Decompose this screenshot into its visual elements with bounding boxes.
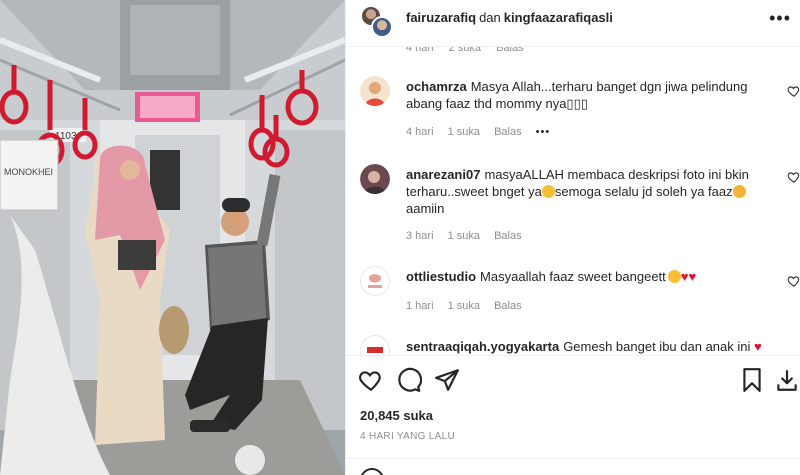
comment-like-icon[interactable] [787, 84, 800, 98]
comment-time: 3 hari [406, 230, 434, 242]
comment-text-block: ochamrza Masya Allah...terharu banget dgn… [406, 78, 776, 112]
commenter-avatar[interactable] [360, 266, 390, 296]
comment-likes[interactable]: 1 suka [448, 300, 480, 312]
author-username-1[interactable]: fairuzarafiq [406, 10, 476, 25]
crying-face-emoji-icon [667, 270, 681, 283]
commenter-avatar[interactable] [360, 76, 390, 106]
author-avatars[interactable] [360, 5, 394, 39]
comment-reply[interactable]: Balas [494, 300, 522, 312]
comment-text-block: anarezani07 masyaALLAH membaca deskripsi … [406, 166, 771, 217]
comment-username[interactable]: ottliestudio [406, 269, 476, 284]
comment-time: 4 hari [406, 126, 434, 138]
likes-count[interactable]: 20,845 suka [360, 408, 433, 423]
more-horizontal-icon[interactable]: ••• [769, 8, 791, 29]
shop-sign-label: MONOKHEI [4, 167, 53, 177]
paper-plane-icon[interactable] [434, 367, 460, 393]
comment-likes[interactable]: 1 suka [448, 126, 480, 138]
post-detail-pane: 4 hari 2 suka Balas ochamrza Masya Allah.… [345, 0, 800, 475]
author-username-2[interactable]: kingfaazarafiqasli [504, 10, 613, 25]
post-authors: fairuzarafiq dan kingfaazarafiqasli [406, 10, 613, 25]
download-icon[interactable] [774, 367, 800, 393]
post-actions-bar [346, 365, 800, 395]
red-heart-emoji-icon: ♥ [754, 339, 762, 354]
commenter-avatar[interactable] [360, 164, 390, 194]
comment-reply[interactable]: Balas [494, 126, 522, 138]
comment-like-icon[interactable] [787, 274, 800, 288]
bookmark-icon[interactable] [739, 367, 765, 393]
comment-username[interactable]: anarezani07 [406, 167, 480, 182]
comment-likes[interactable]: 1 suka [448, 230, 480, 242]
comment-text-part-3: aamiin [406, 201, 445, 216]
comment-username[interactable]: sentraaqiqah.yogyakarta [406, 339, 559, 354]
section-divider [346, 355, 800, 356]
comment-text-block: sentraaqiqah.yogyakarta Gemesh banget ibu… [406, 338, 776, 355]
smiling-face-emoji-icon [541, 185, 555, 198]
section-divider [346, 458, 800, 459]
comments-list[interactable]: 4 hari 2 suka Balas ochamrza Masya Allah.… [346, 0, 800, 355]
avatar[interactable] [371, 16, 393, 38]
heart-outline-icon[interactable] [358, 367, 384, 393]
raised-hands-emoji-icon [732, 185, 746, 198]
comment-meta: 1 hari 1 suka Balas [406, 300, 533, 312]
comment-text: Gemesh banget ibu dan anak ini [563, 339, 751, 354]
comment-like-icon[interactable] [787, 170, 800, 184]
emoji-picker-icon[interactable] [360, 468, 384, 475]
comment-bubble-icon[interactable] [396, 367, 422, 393]
comment-more-icon[interactable]: ••• [536, 126, 551, 138]
comment-text: Masyaallah faaz sweet bangeett [480, 269, 666, 284]
red-heart-emoji-icon: ♥ [688, 269, 697, 284]
post-timestamp[interactable]: 4 HARI YANG LALU [360, 431, 455, 442]
comment-reply[interactable]: Balas [494, 230, 522, 242]
commenter-avatar[interactable] [360, 335, 390, 355]
comment-meta: 4 hari 1 suka Balas ••• [406, 126, 561, 138]
authors-separator: dan [479, 10, 501, 25]
comment-text-part-2: semoga selalu jd soleh ya faaz [554, 184, 733, 199]
comment-username[interactable]: ochamrza [406, 79, 467, 94]
post-photo-illustration: 1103 MONOKHEI [0, 0, 345, 475]
comment-text-block: ottliestudio Masyaallah faaz sweet bangee… [406, 268, 776, 285]
comment-time: 1 hari [406, 300, 434, 312]
post-header: fairuzarafiq dan kingfaazarafiqasli ••• [346, 0, 800, 47]
comment-meta: 3 hari 1 suka Balas [406, 230, 533, 242]
red-heart-emoji-icon: ♥ [680, 269, 689, 284]
post-photo[interactable]: 1103 MONOKHEI [0, 0, 345, 475]
